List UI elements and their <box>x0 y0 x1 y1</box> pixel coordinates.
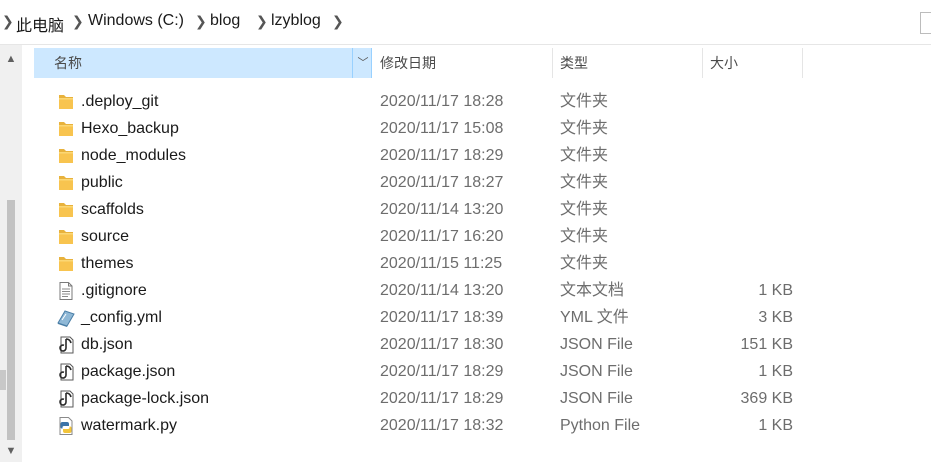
file-name: public <box>81 174 123 191</box>
chevron-down-icon[interactable]: ﹀ <box>352 48 373 78</box>
file-modified-date: 2020/11/14 13:20 <box>380 282 504 299</box>
file-name: themes <box>81 255 134 272</box>
file-row[interactable]: scaffolds 2020/11/14 13:20 文件夹 <box>34 196 804 223</box>
file-modified-date: 2020/11/17 18:29 <box>380 390 504 407</box>
file-name: watermark.py <box>81 417 178 434</box>
file-size: 1 KB <box>758 363 793 380</box>
address-bar[interactable]: ❯ 此电脑 ❯ Windows (C:) ❯ blog ❯ lzyblog ❯ <box>0 0 931 45</box>
file-type: YML 文件 <box>560 309 629 326</box>
folder-icon <box>56 119 76 139</box>
file-row[interactable]: node_modules 2020/11/17 18:29 文件夹 <box>34 142 804 169</box>
file-row[interactable]: source 2020/11/17 16:20 文件夹 <box>34 223 804 250</box>
column-header-date[interactable]: 修改日期 <box>373 48 553 78</box>
file-modified-date: 2020/11/17 18:28 <box>380 93 504 110</box>
file-name: Hexo_backup <box>81 120 179 137</box>
file-modified-date: 2020/11/17 18:39 <box>380 309 504 326</box>
json-file-icon <box>56 362 76 382</box>
file-size: 3 KB <box>758 309 793 326</box>
file-row[interactable]: .deploy_git 2020/11/17 18:28 文件夹 <box>34 88 804 115</box>
scroll-thumb[interactable] <box>7 200 15 440</box>
file-type: 文件夹 <box>560 174 609 191</box>
file-name: node_modules <box>81 147 186 164</box>
json-file-icon <box>56 389 76 409</box>
file-type: 文件夹 <box>560 93 609 110</box>
folder-icon <box>56 92 76 112</box>
file-modified-date: 2020/11/17 18:27 <box>380 174 504 191</box>
file-modified-date: 2020/11/17 18:30 <box>380 336 504 353</box>
file-modified-date: 2020/11/15 11:25 <box>380 255 503 272</box>
file-type: 文件夹 <box>560 228 609 245</box>
file-type: 文本文档 <box>560 282 625 299</box>
file-size: 151 KB <box>740 336 793 353</box>
file-modified-date: 2020/11/17 18:29 <box>380 147 504 164</box>
scroll-down-icon[interactable]: ▼ <box>5 445 17 457</box>
navigation-pane-scrollbar[interactable]: ▲ ▼ <box>0 45 22 462</box>
file-row[interactable]: package.json 2020/11/17 18:29 JSON File 1 K… <box>34 358 804 385</box>
file-type: JSON File <box>560 336 633 353</box>
file-type: Python File <box>560 417 641 434</box>
file-type: JSON File <box>560 363 633 380</box>
file-size: 369 KB <box>740 390 793 407</box>
chevron-right-icon[interactable]: ❯ <box>256 13 268 30</box>
folder-icon <box>56 227 76 247</box>
address-bar-edge <box>920 12 931 34</box>
file-row[interactable]: Hexo_backup 2020/11/17 15:08 文件夹 <box>34 115 804 142</box>
breadcrumb-item-drive-c[interactable]: Windows (C:) <box>88 12 184 30</box>
file-row[interactable]: public 2020/11/17 18:27 文件夹 <box>34 169 804 196</box>
file-name: .deploy_git <box>81 93 159 110</box>
file-row[interactable]: db.json 2020/11/17 18:30 JSON File 151 KB <box>34 331 804 358</box>
chevron-right-icon[interactable]: ❯ <box>332 13 344 30</box>
folder-icon <box>56 200 76 220</box>
folder-icon <box>56 254 76 274</box>
file-modified-date: 2020/11/17 18:29 <box>380 363 504 380</box>
text-document-icon <box>56 281 76 301</box>
file-modified-date: 2020/11/17 18:32 <box>380 417 504 434</box>
file-modified-date: 2020/11/14 13:20 <box>380 201 504 218</box>
column-header-size[interactable]: 大小 <box>703 48 803 78</box>
file-row[interactable]: _config.yml 2020/11/17 18:39 YML 文件 3 KB <box>34 304 804 331</box>
file-type: 文件夹 <box>560 201 609 218</box>
column-header-type[interactable]: 类型 <box>553 48 703 78</box>
breadcrumb-item-blog[interactable]: blog <box>210 12 240 30</box>
file-row[interactable]: themes 2020/11/15 11:25 文件夹 <box>34 250 804 277</box>
file-name: _config.yml <box>81 309 162 326</box>
file-row[interactable]: package-lock.json 2020/11/17 18:29 JSON Fi… <box>34 385 804 412</box>
file-name: scaffolds <box>81 201 144 218</box>
file-name: db.json <box>81 336 133 353</box>
file-name: .gitignore <box>81 282 147 299</box>
file-row[interactable]: watermark.py 2020/11/17 18:32 Python File 1… <box>34 412 804 439</box>
file-size: 1 KB <box>758 417 793 434</box>
column-header-name[interactable]: 名称 <box>34 48 372 78</box>
yml-file-icon <box>56 308 76 328</box>
file-row[interactable]: .gitignore 2020/11/14 13:20 文本文档 1 KB <box>34 277 804 304</box>
file-size: 1 KB <box>758 282 793 299</box>
file-modified-date: 2020/11/17 16:20 <box>380 228 504 245</box>
file-type: 文件夹 <box>560 147 609 164</box>
breadcrumb-item-lzyblog[interactable]: lzyblog <box>271 12 321 30</box>
file-type: 文件夹 <box>560 120 609 137</box>
file-type: JSON File <box>560 390 633 407</box>
file-modified-date: 2020/11/17 15:08 <box>380 120 504 137</box>
chevron-right-icon[interactable]: ❯ <box>72 13 84 30</box>
file-type: 文件夹 <box>560 255 609 272</box>
folder-icon <box>56 173 76 193</box>
file-name: source <box>81 228 130 245</box>
python-file-icon <box>56 416 76 436</box>
chevron-right-icon[interactable]: ❯ <box>195 13 207 30</box>
chevron-right-icon[interactable]: ❯ <box>2 13 14 30</box>
json-file-icon <box>56 335 76 355</box>
folder-icon <box>56 146 76 166</box>
file-name: package-lock.json <box>81 390 210 407</box>
scroll-up-icon[interactable]: ▲ <box>5 53 17 65</box>
file-list: .deploy_git 2020/11/17 18:28 文件夹 Hexo_backu… <box>34 88 804 439</box>
breadcrumb-item-this-pc[interactable]: 此电脑 <box>16 12 64 36</box>
file-name: package.json <box>81 363 176 380</box>
scroll-track-mark <box>0 370 6 390</box>
